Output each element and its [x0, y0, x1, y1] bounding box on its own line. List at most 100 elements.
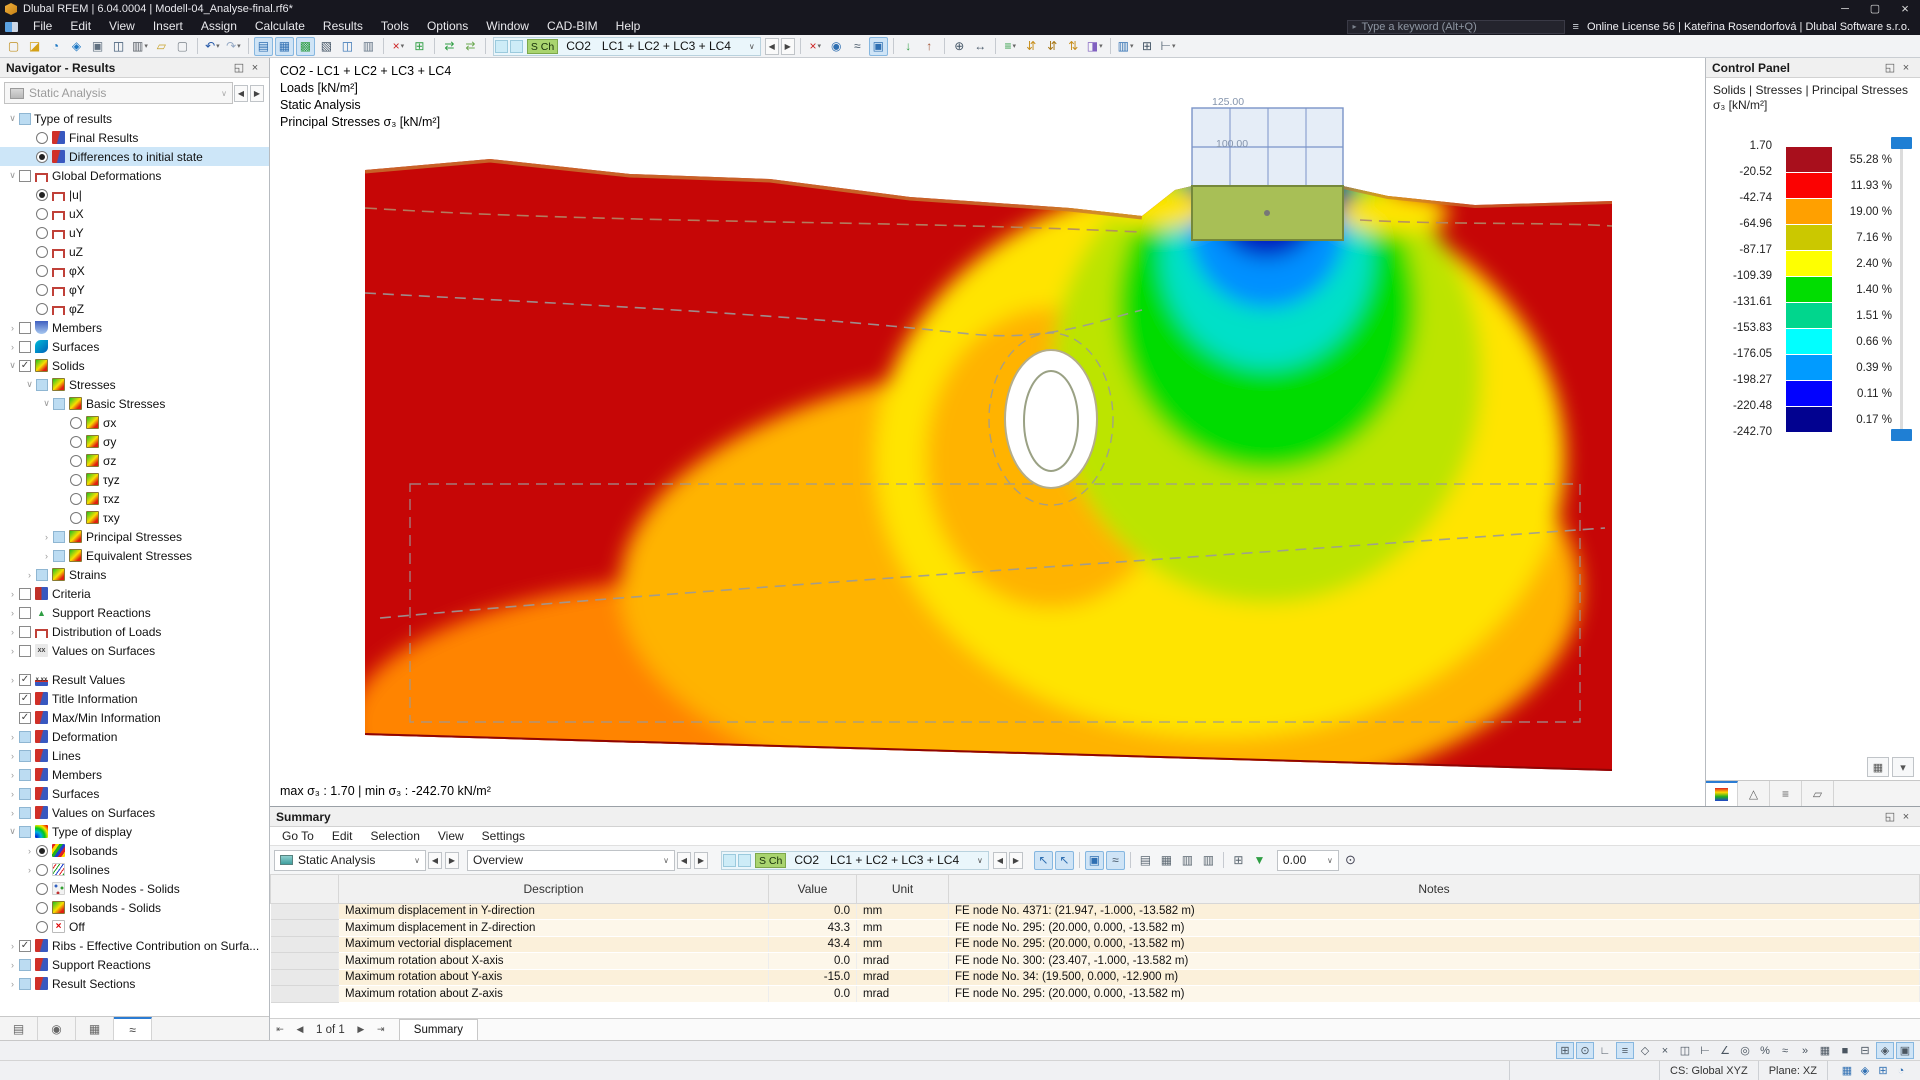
expander-icon[interactable]: ∨ [23, 379, 36, 390]
legend-slider-handle-top[interactable] [1891, 137, 1912, 149]
summary-analysis-prev[interactable]: ◀ [428, 851, 442, 869]
panels-icon[interactable]: ▥ ▾ [1116, 37, 1136, 56]
menu-tools[interactable]: Tools [372, 18, 418, 35]
tree-item-values-on-surfaces[interactable]: › Values on Surfaces [0, 803, 269, 822]
tables-grid-icon[interactable]: ▦ [274, 36, 294, 56]
checkbox[interactable] [53, 397, 65, 410]
checkbox[interactable] [19, 321, 31, 334]
checkbox[interactable] [19, 825, 31, 838]
nav-tab-data[interactable]: ▤ [0, 1017, 38, 1040]
tree-item-ribs-effective-contribution-on-surfa-[interactable]: › Ribs - Effective Contribution on Surfa.… [0, 936, 269, 955]
menu-results[interactable]: Results [314, 18, 372, 35]
snap-off-icon[interactable]: ■ [1836, 1042, 1854, 1059]
menu-insert[interactable]: Insert [144, 18, 192, 35]
expander-icon[interactable]: › [6, 342, 19, 352]
summary-menu-selection[interactable]: Selection [363, 829, 428, 843]
show-result-values-icon[interactable]: ≈ [1105, 850, 1125, 870]
tree-item-final-results[interactable]: Final Results [0, 128, 269, 147]
radio-button[interactable] [36, 207, 48, 220]
nav-tab-views[interactable]: ▦ [76, 1017, 114, 1040]
filter-results-icon[interactable]: × ▾ [806, 37, 825, 56]
expander-icon[interactable]: › [23, 846, 36, 856]
display-results-icon[interactable]: ▣ [868, 36, 888, 56]
filter-sort-icon[interactable]: ⇅ [1064, 37, 1083, 56]
checkbox[interactable] [53, 549, 65, 562]
analysis-type-combo[interactable]: Static Analysis ∨ [4, 82, 233, 104]
checkbox[interactable] [19, 939, 31, 952]
cp-tab-filter[interactable]: ≡ [1770, 781, 1802, 806]
new-model-icon[interactable]: ▢ [4, 37, 23, 56]
maximize-button[interactable]: ▢ [1860, 0, 1890, 18]
toolbar-load-case-selector[interactable]: S Ch CO2 LC1 + LC2 + LC3 + LC4 ∨ [492, 36, 761, 56]
summary-view-next[interactable]: ▶ [694, 851, 708, 869]
grid-view-icon[interactable]: ⊞ [1229, 851, 1248, 870]
expander-icon[interactable]: ∨ [6, 826, 19, 837]
summary-view-combo[interactable]: Overview ∨ [467, 849, 675, 871]
corner-grid-icon[interactable]: ⊞ [1874, 1062, 1892, 1079]
snap-ortho-icon[interactable]: ∟ [1596, 1042, 1614, 1059]
table-row[interactable]: Maximum displacement in Z-direction 43.3 m… [270, 919, 1920, 937]
corner-render-icon[interactable]: ◈ [1856, 1062, 1874, 1079]
toolbar-case-prev-button[interactable]: ◀ [764, 37, 779, 55]
checkbox[interactable] [19, 977, 31, 990]
tree-item--xy[interactable]: τxy [0, 508, 269, 527]
screen-capture-icon[interactable]: ▣ [88, 37, 107, 56]
summary-analysis-next[interactable]: ▶ [445, 851, 459, 869]
legend-slider-handle-bottom[interactable] [1891, 429, 1912, 441]
paint-display-icon[interactable]: ◨ ▾ [1085, 37, 1105, 56]
tree-item-isobands[interactable]: › Isobands [0, 841, 269, 860]
model-viewport[interactable]: CO2 - LC1 + LC2 + LC3 + LC4 Loads [kN/m²]… [270, 58, 1706, 806]
control-panel-close-icon[interactable]: × [1898, 62, 1914, 74]
checkbox[interactable] [19, 340, 31, 353]
table-row[interactable]: Maximum rotation about Y-axis -15.0 mrad FE… [270, 969, 1920, 986]
tree-item-members[interactable]: › Members [0, 318, 269, 337]
radio-button[interactable] [36, 150, 48, 163]
tree-item-|u|[interactable]: |u| [0, 185, 269, 204]
print-icon[interactable]: ▥ ▾ [130, 37, 150, 56]
table-view-icon[interactable]: ▤ [1136, 851, 1155, 870]
menu-window[interactable]: Window [477, 18, 538, 35]
radio-button[interactable] [36, 882, 48, 895]
expander-icon[interactable]: › [6, 808, 19, 818]
expander-icon[interactable]: ∨ [40, 398, 53, 409]
checkbox[interactable] [19, 768, 31, 781]
sort-ascending-icon[interactable]: ⇵ [1022, 37, 1041, 56]
tree-item-result-sections[interactable]: › Result Sections [0, 974, 269, 993]
checkbox[interactable] [19, 169, 31, 182]
tree-item-isolines[interactable]: › Isolines [0, 860, 269, 879]
select-cursor-icon[interactable]: ↖ [1033, 850, 1053, 870]
toolbar-case-next-button[interactable]: ▶ [780, 37, 795, 55]
tree-item--xz[interactable]: τxz [0, 489, 269, 508]
expander-icon[interactable]: › [6, 751, 19, 761]
load-transfer-icon[interactable]: ↓ [899, 37, 918, 56]
menu-cad-bim[interactable]: CAD-BIM [538, 18, 607, 35]
display-properties-icon[interactable]: ≡ ▾ [1001, 37, 1020, 56]
page-last-button[interactable]: ⇥ [371, 1024, 391, 1035]
menu-file[interactable]: File [24, 18, 61, 35]
expander-icon[interactable]: ∨ [6, 170, 19, 181]
tree-item--z[interactable]: σz [0, 451, 269, 470]
tree-item-solids[interactable]: ∨ Solids [0, 356, 269, 375]
delete-results-icon[interactable]: × ▾ [389, 37, 408, 56]
radio-button[interactable] [36, 302, 48, 315]
summary-menu-go-to[interactable]: Go To [274, 829, 322, 843]
summary-case-prev-button[interactable]: ◀ [992, 851, 1007, 869]
snap-perpendicular-icon[interactable]: ⊢ [1696, 1042, 1714, 1059]
expander-icon[interactable]: › [6, 675, 19, 685]
tree-item-strains[interactable]: › Strains [0, 565, 269, 584]
analysis-prev-button[interactable]: ◀ [234, 84, 248, 102]
new-window-icon[interactable]: ◫ [338, 37, 357, 56]
snap-tangent-icon[interactable]: ▦ [1816, 1042, 1834, 1059]
measure-icon[interactable]: ⊢ ▾ [1158, 37, 1177, 56]
filter-green-icon[interactable]: ▼ [1250, 851, 1269, 870]
radio-button[interactable] [36, 131, 48, 144]
menu-assign[interactable]: Assign [192, 18, 246, 35]
keyword-search-input[interactable]: ▸ Type a keyword (Alt+Q) [1346, 19, 1565, 34]
tree-item--x[interactable]: φX [0, 261, 269, 280]
checkbox[interactable] [19, 730, 31, 743]
minimize-button[interactable]: ─ [1830, 0, 1860, 18]
menu-edit[interactable]: Edit [61, 18, 100, 35]
cp-tab-color-scale[interactable] [1706, 781, 1738, 806]
tree-item-stresses[interactable]: ∨ Stresses [0, 375, 269, 394]
tree-item-title-information[interactable]: Title Information [0, 689, 269, 708]
